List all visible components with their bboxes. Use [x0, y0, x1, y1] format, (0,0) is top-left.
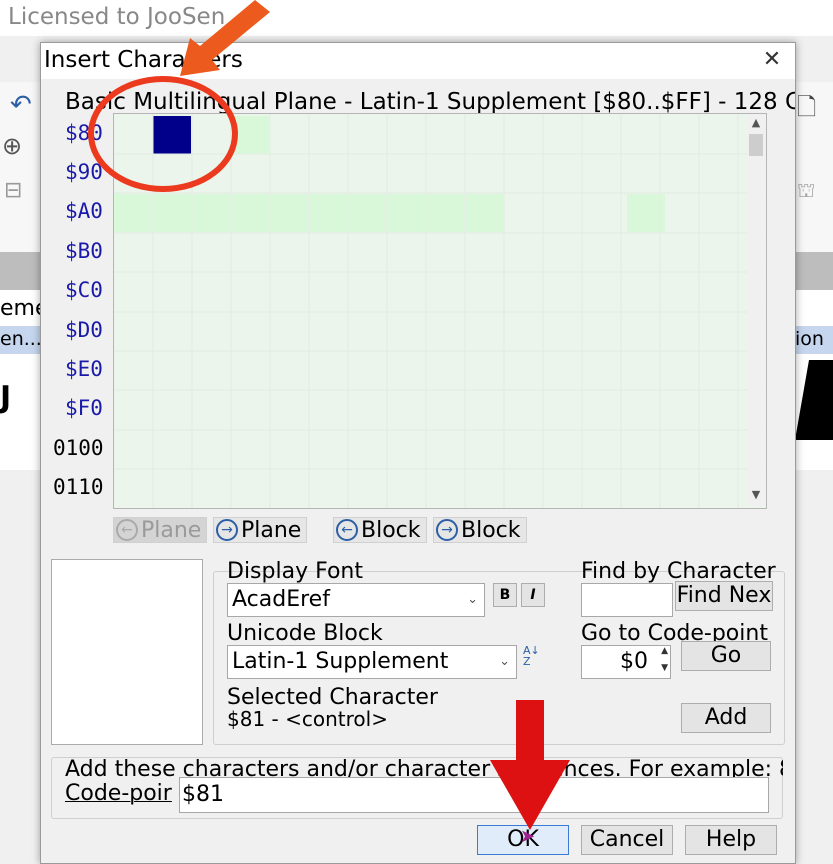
next-plane-label: Plane: [241, 517, 302, 543]
row-label: $D0: [65, 318, 103, 342]
find-next-button[interactable]: Find Nex: [675, 581, 773, 611]
grid-scrollbar[interactable]: ▲ ▼: [747, 114, 765, 506]
background-left-panel: eme J: [0, 290, 49, 470]
spinner-down-icon[interactable]: ▼: [661, 663, 668, 673]
arrow-left-icon: ←: [116, 519, 138, 541]
display-font-select[interactable]: AcadEref ⌄: [227, 583, 485, 617]
unicode-block-value: Latin-1 Supplement: [232, 649, 449, 674]
undo-icon[interactable]: ↶: [10, 90, 32, 120]
prev-block-button[interactable]: ← Block: [333, 517, 427, 543]
unicode-block-select[interactable]: Latin-1 Supplement ⌄: [227, 645, 517, 679]
add-button[interactable]: Add: [681, 703, 771, 733]
background-title-bar: Licensed to JooSen: [0, 0, 833, 36]
arrow-right-icon: →: [436, 519, 458, 541]
row-label: $90: [65, 160, 103, 184]
spinner-up-icon[interactable]: ▲: [661, 646, 668, 656]
cursor-icon: ➤: [520, 826, 536, 847]
annotation-arrow-icon: [180, 0, 270, 76]
left-glyph: J: [0, 380, 12, 415]
lock-icon[interactable]: ⛫: [797, 178, 815, 205]
dialog-title-bar: Insert Characters ✕: [41, 43, 795, 79]
background-left-tab[interactable]: en...: [0, 326, 42, 354]
code-points-label: Code-poir: [65, 781, 172, 806]
row-label: 0110: [53, 475, 104, 499]
background-right-tab[interactable]: ion: [795, 326, 833, 354]
go-button[interactable]: Go: [681, 641, 771, 671]
chevron-down-icon: ⌄: [467, 592, 478, 607]
chevron-down-icon: ⌄: [499, 654, 510, 669]
zoom-in-icon[interactable]: ⊕: [2, 132, 22, 160]
help-button[interactable]: Help: [685, 825, 777, 855]
find-character-input[interactable]: [581, 583, 673, 617]
code-point-value: $0: [620, 649, 648, 674]
arrow-left-icon: ←: [336, 519, 358, 541]
bold-button[interactable]: B: [493, 583, 517, 607]
unicode-block-label: Unicode Block: [227, 621, 383, 646]
background-toolbar-right: 🗋 ⛫: [795, 82, 833, 252]
background-right-panel: [795, 290, 833, 470]
next-block-button[interactable]: → Block: [433, 517, 527, 543]
italic-button[interactable]: I: [521, 583, 545, 607]
row-label: $F0: [65, 396, 103, 420]
cancel-button[interactable]: Cancel: [581, 825, 673, 855]
scroll-up-icon[interactable]: ▲: [747, 116, 765, 129]
row-labels: $80 $90 $A0 $B0 $C0 $D0 $E0 $F0 0100 011…: [51, 113, 111, 507]
black-shape: [795, 360, 833, 440]
next-block-label: Block: [461, 517, 521, 543]
prev-plane-button[interactable]: ← Plane: [113, 517, 207, 543]
row-label: $C0: [65, 278, 103, 302]
scroll-thumb[interactable]: [749, 134, 763, 156]
scroll-down-icon[interactable]: ▼: [747, 488, 765, 501]
document-icon[interactable]: 🗋: [797, 90, 816, 131]
row-label: 0100: [53, 436, 104, 460]
left-tab-label: en...: [0, 328, 42, 350]
sort-az-icon[interactable]: A↓ Z: [523, 645, 547, 671]
row-label: $B0: [65, 239, 103, 263]
code-point-spinner[interactable]: $0 ▲ ▼: [581, 645, 671, 679]
annotation-circle: [88, 76, 238, 192]
background-menu: elp: [0, 40, 40, 112]
right-tab-label: ion: [795, 328, 824, 350]
row-label: $A0: [65, 199, 103, 223]
prev-block-label: Block: [361, 517, 421, 543]
row-label: $E0: [65, 357, 103, 381]
arrow-right-icon: →: [216, 519, 238, 541]
code-points-input[interactable]: $81: [179, 777, 769, 813]
close-icon[interactable]: ✕: [757, 45, 787, 75]
next-plane-button[interactable]: → Plane: [213, 517, 307, 543]
display-font-label: Display Font: [227, 559, 363, 584]
background-toolbar-left: ↶ ⊕ ⊟: [0, 82, 40, 252]
prev-plane-label: Plane: [141, 517, 202, 543]
selected-character-value: $81 - <control>: [227, 707, 388, 731]
character-preview: [51, 559, 203, 745]
display-font-value: AcadEref: [232, 587, 330, 612]
tool-icon[interactable]: ⊟: [4, 178, 22, 203]
